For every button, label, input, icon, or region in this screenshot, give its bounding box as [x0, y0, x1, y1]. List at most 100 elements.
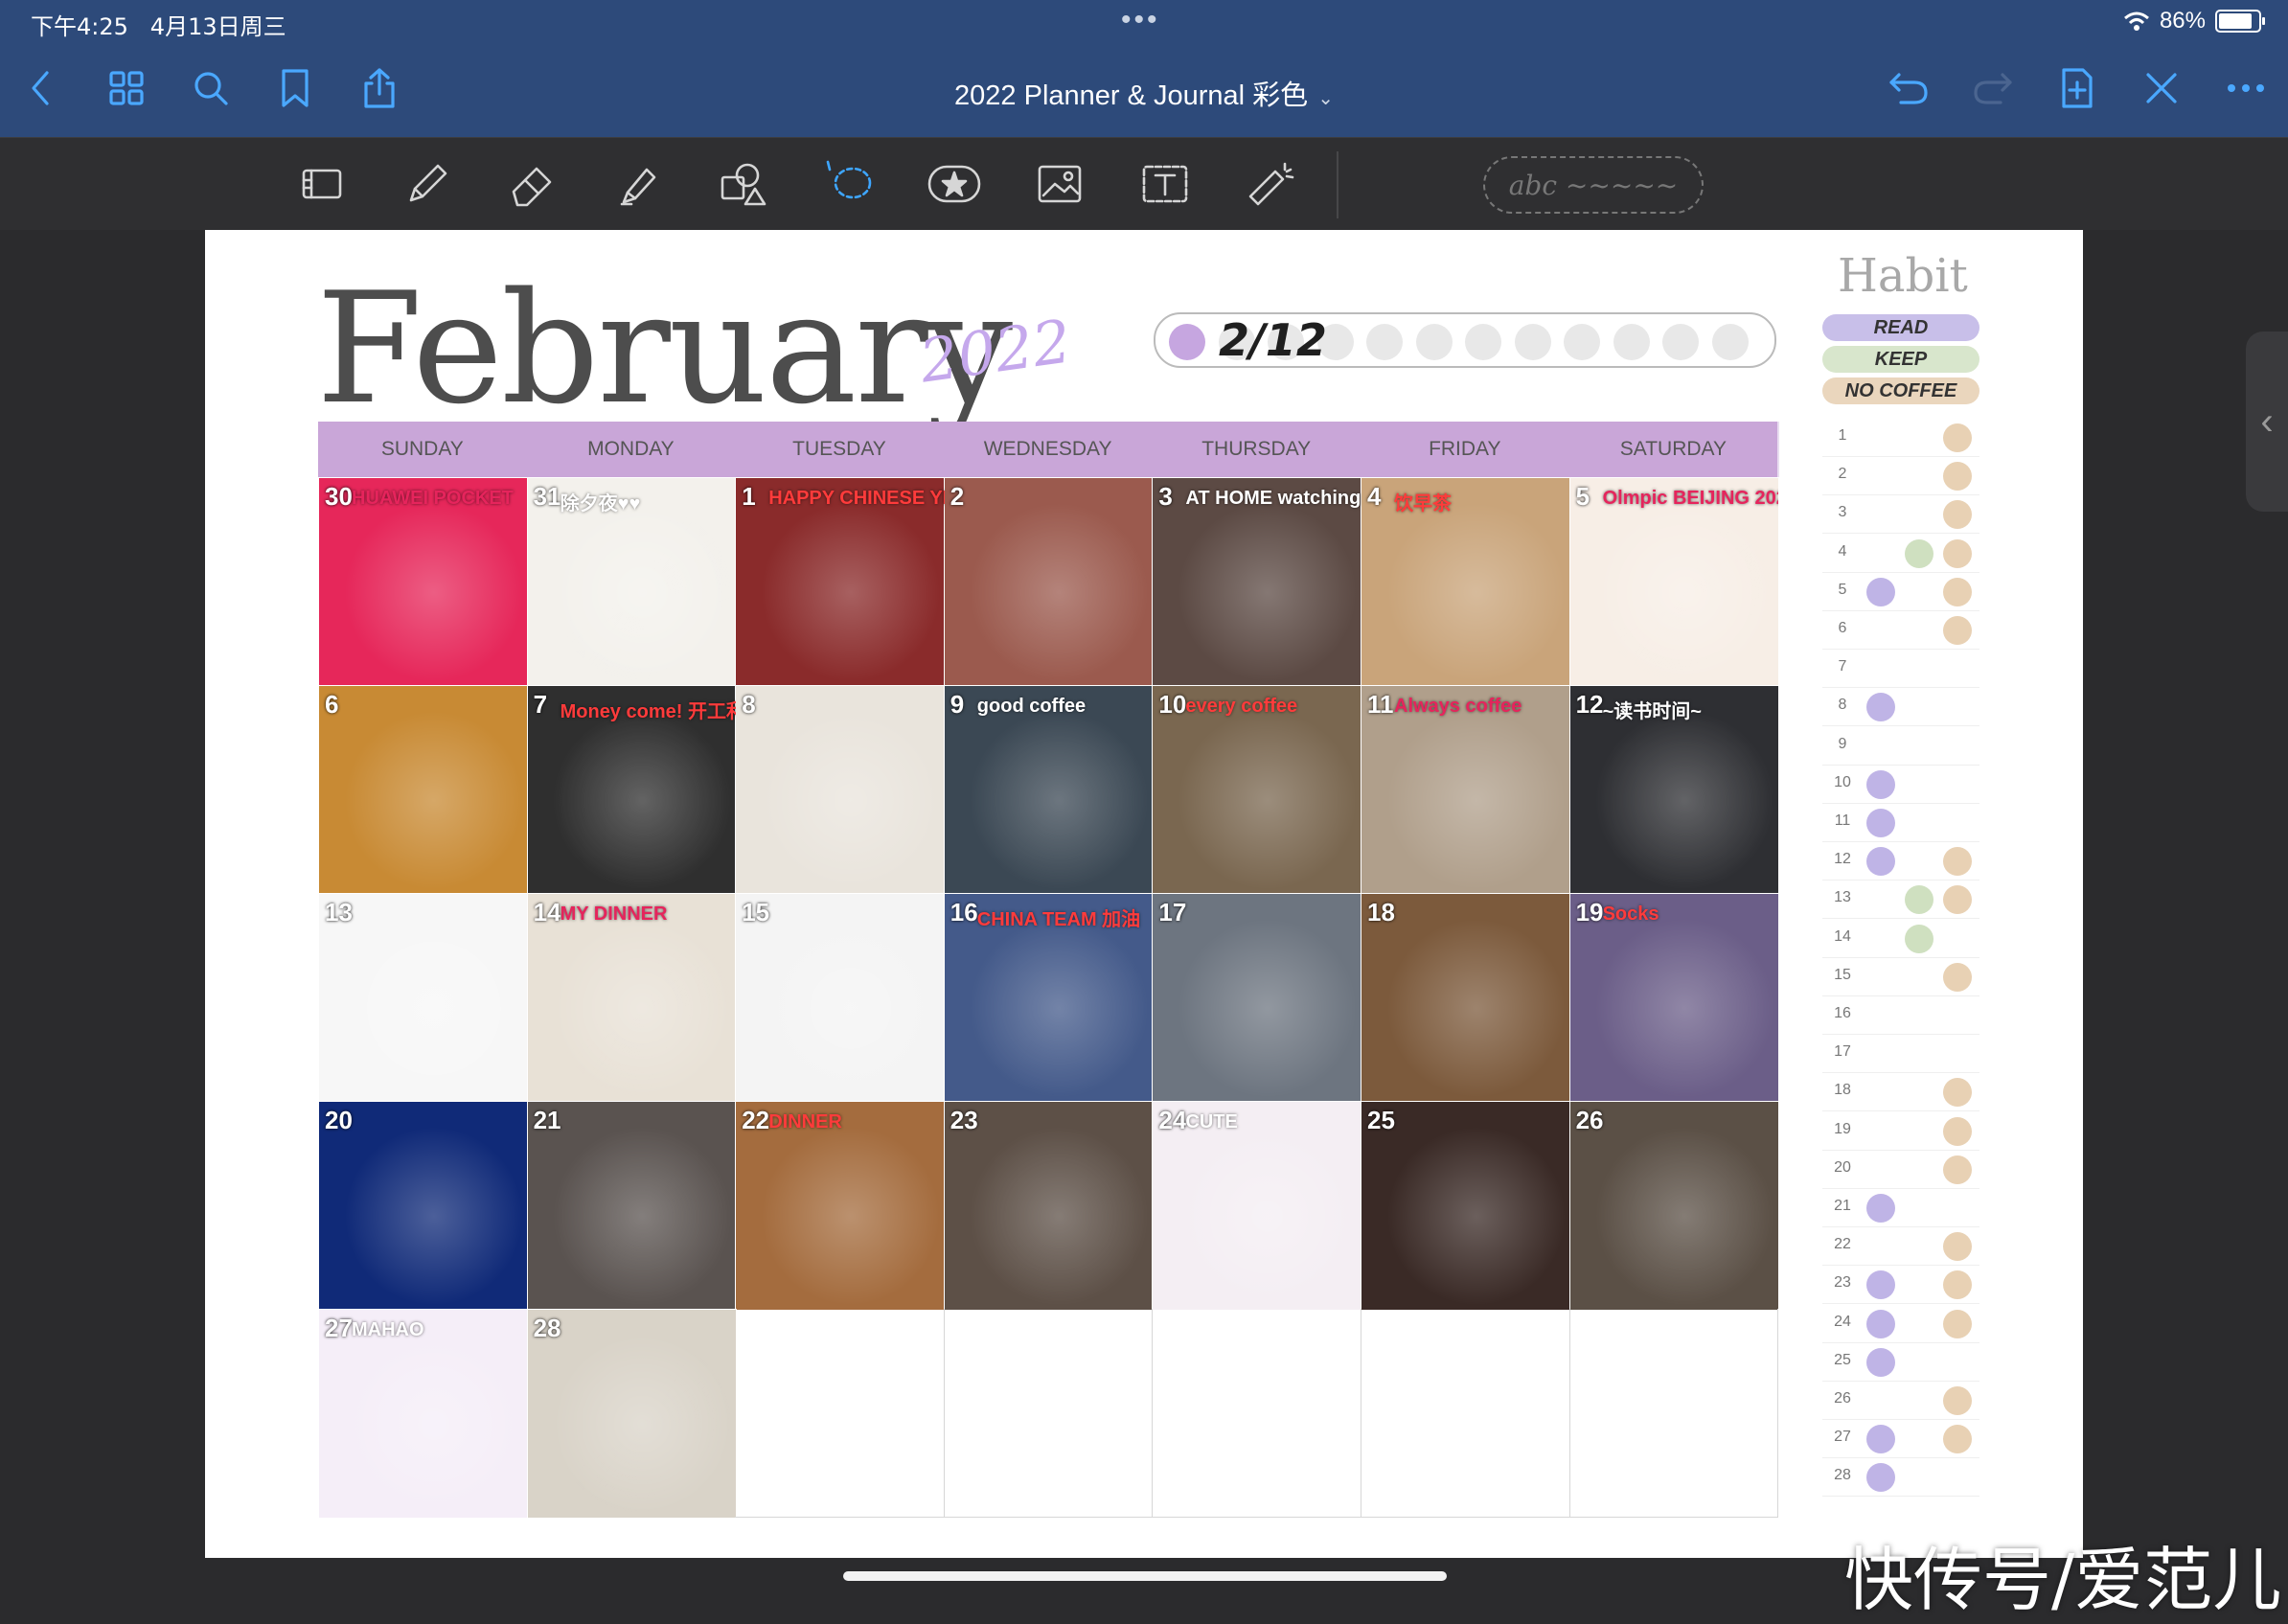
habit-row[interactable]: 4 [1822, 534, 1979, 573]
habit-row[interactable]: 13 [1822, 880, 1979, 920]
tracker-dot [1169, 324, 1205, 360]
day-photo [319, 686, 528, 894]
tool-eraser[interactable] [502, 155, 563, 213]
day-cell[interactable]: 1 HAPPY CHINESE YEAR! [735, 477, 946, 687]
day-number: 28 [533, 1314, 561, 1342]
day-cell[interactable]: 2 [943, 477, 1155, 687]
day-cell[interactable]: 14 MY DINNER [526, 893, 738, 1103]
habit-row[interactable]: 16 [1822, 995, 1979, 1035]
tool-image[interactable] [1029, 155, 1090, 213]
day-cell[interactable]: 15 [735, 893, 946, 1103]
habit-row[interactable]: 14 [1822, 919, 1979, 958]
habit-row[interactable]: 24 [1822, 1304, 1979, 1343]
day-cell[interactable]: 10 every coffee [1152, 685, 1362, 895]
habit-row[interactable]: 22 [1822, 1226, 1979, 1267]
text-style-preview[interactable]: abc ~~~~~ [1483, 156, 1704, 214]
habit-row[interactable]: 10 [1822, 765, 1979, 804]
habit-row[interactable]: 21 [1822, 1188, 1979, 1227]
tool-pen[interactable] [397, 155, 458, 213]
habit-row[interactable]: 19 [1822, 1111, 1979, 1151]
undo-button[interactable] [1882, 59, 1935, 117]
habit-row[interactable]: 27 [1822, 1419, 1979, 1459]
habit-row[interactable]: 6 [1822, 610, 1979, 650]
habit-row[interactable]: 26 [1822, 1381, 1979, 1420]
home-indicator[interactable] [843, 1571, 1447, 1581]
habit-day-number: 2 [1838, 466, 1847, 483]
redo-button[interactable] [1966, 59, 2020, 117]
day-cell[interactable]: 7 Money come! 开工利是 [526, 685, 738, 895]
tool-highlighter[interactable] [607, 155, 669, 213]
empty-day-cell[interactable] [735, 1309, 945, 1518]
habit-row[interactable]: 17 [1822, 1034, 1979, 1074]
habit-row[interactable]: 9 [1822, 726, 1979, 766]
day-cell[interactable]: 13 [318, 893, 529, 1103]
tool-elements[interactable] [924, 155, 985, 213]
empty-day-cell[interactable] [1568, 1309, 1779, 1518]
habit-row[interactable]: 15 [1822, 957, 1979, 996]
day-cell[interactable]: 18 [1361, 893, 1571, 1103]
day-cell[interactable]: 19 Socks [1568, 893, 1780, 1103]
habit-row[interactable]: 20 [1822, 1150, 1979, 1189]
habit-row[interactable]: 11 [1822, 803, 1979, 842]
undo-icon [1889, 73, 1928, 104]
day-cell[interactable]: 27 MAHAO [318, 1309, 529, 1519]
day-cell[interactable]: 30 HUAWEI POCKET [318, 477, 529, 687]
habit-mark-no-coffee [1943, 1386, 1972, 1415]
day-cell[interactable]: 23 [943, 1101, 1155, 1311]
habit-mark-read [1866, 809, 1895, 837]
habit-row[interactable]: 1 [1822, 418, 1979, 457]
tool-read-only[interactable] [291, 155, 353, 213]
habit-day-number: 1 [1838, 427, 1847, 444]
day-cell[interactable]: 26 [1568, 1101, 1780, 1311]
planner-page[interactable]: February 2022 2/12 SUNDAY MONDAY TUESDAY WE… [205, 230, 2083, 1558]
day-cell[interactable]: 24 CUTE [1152, 1101, 1362, 1311]
habit-row[interactable]: 8 [1822, 687, 1979, 727]
habit-row[interactable]: 5 [1822, 572, 1979, 611]
day-cell[interactable]: 3 AT HOME watching TV [1152, 477, 1362, 687]
day-cell[interactable]: 12 ~读书时间~ [1568, 685, 1780, 895]
multitasking-dots[interactable]: ••• [1121, 4, 1160, 36]
day-cell[interactable]: 8 [735, 685, 946, 895]
empty-day-cell[interactable] [943, 1309, 1154, 1518]
day-cell[interactable]: 17 [1152, 893, 1362, 1103]
day-cell[interactable]: 6 [318, 685, 529, 895]
day-cell[interactable]: 28 [526, 1309, 738, 1519]
tool-lasso[interactable] [818, 155, 880, 213]
tool-text[interactable] [1134, 155, 1196, 213]
day-cell[interactable]: 31 除夕夜♥♥ [526, 477, 738, 687]
lasso-icon [826, 160, 872, 199]
habit-label-read: READ [1822, 314, 1979, 341]
habit-row[interactable]: 12 [1822, 841, 1979, 881]
habit-row[interactable]: 3 [1822, 494, 1979, 535]
habit-row[interactable]: 2 [1822, 456, 1979, 496]
more-button[interactable] [2219, 59, 2273, 117]
day-cell[interactable]: 21 [526, 1101, 738, 1311]
habit-row[interactable]: 18 [1822, 1072, 1979, 1112]
habit-row[interactable]: 25 [1822, 1342, 1979, 1382]
day-cell[interactable]: 22 DINNER [735, 1101, 946, 1311]
weekday-header: FRIDAY [1361, 422, 1571, 477]
empty-day-cell[interactable] [1361, 1309, 1570, 1518]
side-panel-handle[interactable]: ‹ [2246, 332, 2288, 512]
add-page-button[interactable] [2050, 59, 2104, 117]
day-cell[interactable]: 5 Olmpic BEIJING 2022 [1568, 477, 1780, 687]
document-title[interactable]: 2022 Planner & Journal 彩色 ⌄ [0, 73, 2288, 113]
empty-day-cell[interactable] [1152, 1309, 1361, 1518]
day-cell[interactable]: 20 [318, 1101, 529, 1311]
tracker-dot [1662, 324, 1699, 360]
habit-row[interactable]: 7 [1822, 649, 1979, 689]
day-cell[interactable]: 11 Always coffee [1361, 685, 1571, 895]
day-cell[interactable]: 25 [1361, 1101, 1571, 1311]
day-cell[interactable]: 9 good coffee [943, 685, 1155, 895]
day-number: 22 [742, 1106, 770, 1134]
day-cell[interactable]: 4 饮早茶 [1361, 477, 1571, 687]
habit-day-number: 18 [1834, 1082, 1851, 1099]
close-edit-button[interactable] [2135, 59, 2188, 117]
habit-row[interactable]: 23 [1822, 1265, 1979, 1305]
tool-shapes[interactable] [713, 155, 774, 213]
weekday-header: THURSDAY [1152, 422, 1362, 477]
habit-day-number: 15 [1834, 966, 1851, 983]
habit-row[interactable]: 28 [1822, 1457, 1979, 1498]
tool-laser-pointer[interactable] [1240, 155, 1301, 213]
day-cell[interactable]: 16 CHINA TEAM 加油 [943, 893, 1155, 1103]
